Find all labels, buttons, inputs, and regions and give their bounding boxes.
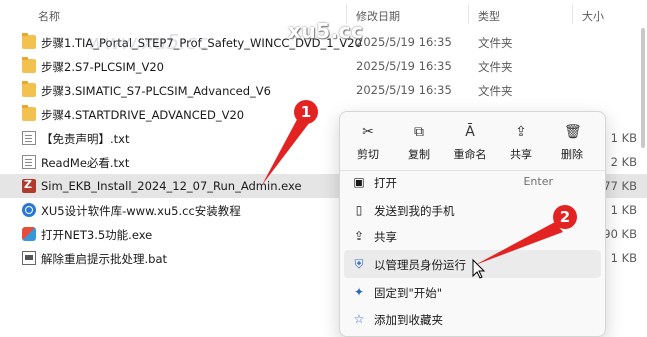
mouse-cursor-icon — [472, 258, 486, 279]
annotation-badge-1: 1 — [294, 100, 318, 124]
arrow-2 — [475, 222, 563, 265]
annotation-badge-2: 2 — [553, 205, 577, 229]
annotation-arrows — [262, 112, 563, 279]
